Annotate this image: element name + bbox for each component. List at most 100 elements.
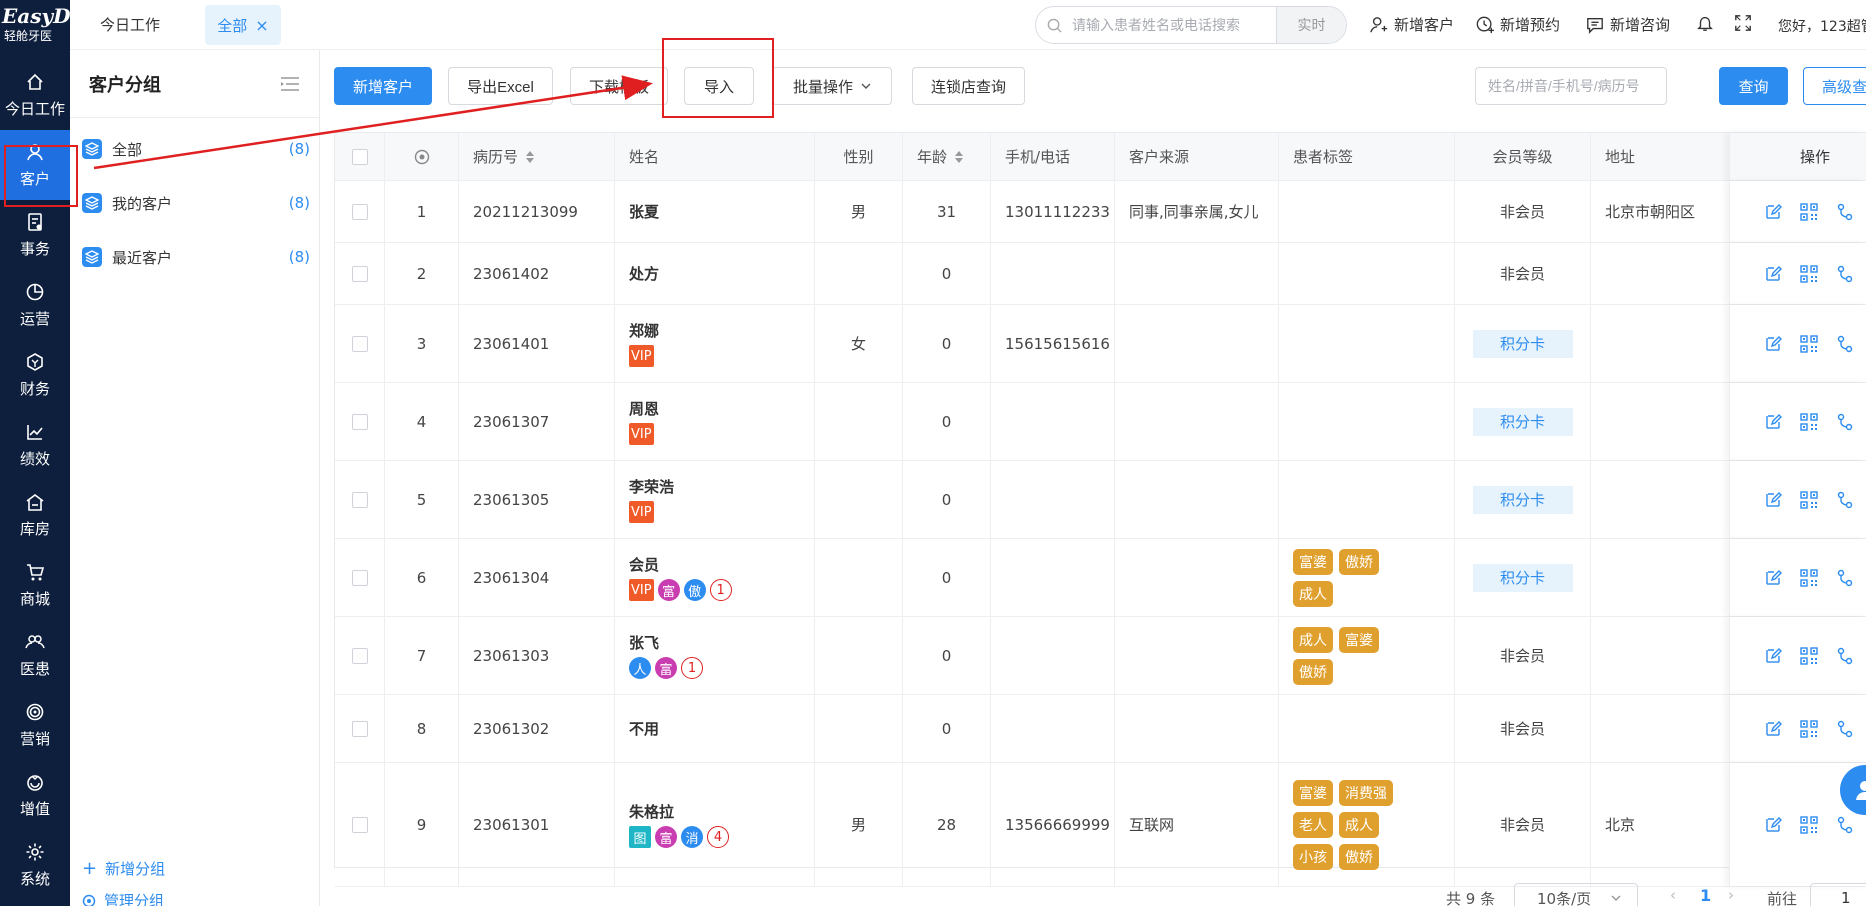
select-all-checkbox[interactable] (351, 148, 368, 165)
qrcode-icon[interactable] (1800, 646, 1818, 665)
qrcode-icon[interactable] (1800, 815, 1818, 834)
collapse-menu-icon[interactable] (281, 76, 299, 92)
batch-operation-dropdown[interactable]: 批量操作 (772, 67, 892, 105)
edit-icon[interactable] (1764, 647, 1782, 665)
qrcode-icon[interactable] (1800, 264, 1818, 283)
nav-item-warehouse[interactable]: 库房 (0, 480, 70, 550)
link-icon[interactable] (1836, 720, 1854, 738)
table-row[interactable]: 1 20211213099 张夏 男 31 13011112233 同事,同事亲属,女儿 非会… (335, 181, 1866, 243)
next-page-icon[interactable]: › (1728, 886, 1734, 904)
patient-name[interactable]: 周恩 (629, 398, 659, 419)
patient-name[interactable]: 张飞 (629, 632, 659, 653)
table-row[interactable]: 7 23061303 张飞人富 1 0 成人 富婆 傲娇 非会员 (335, 617, 1866, 695)
page-size-select[interactable]: 10条/页 (1514, 883, 1638, 906)
row-checkbox[interactable] (351, 203, 368, 220)
sort-icon[interactable] (526, 150, 535, 163)
link-icon[interactable] (1836, 265, 1854, 283)
tab-today-work[interactable]: 今日工作 (100, 14, 160, 35)
user-greeting[interactable]: 您好，123超管 (1778, 16, 1866, 36)
edit-icon[interactable] (1764, 816, 1782, 834)
nav-item-gift[interactable]: 增值 (0, 760, 70, 830)
row-checkbox[interactable] (351, 569, 368, 586)
link-icon[interactable] (1836, 335, 1854, 353)
fullscreen-icon[interactable] (1734, 14, 1752, 32)
tab-all[interactable]: 全部 × (205, 5, 281, 45)
patient-name[interactable]: 张夏 (629, 201, 659, 222)
patient-name[interactable]: 不用 (629, 718, 659, 739)
link-icon[interactable] (1836, 491, 1854, 509)
edit-icon[interactable] (1764, 720, 1782, 738)
nav-item-pie[interactable]: 运营 (0, 270, 70, 340)
chain-store-query-button[interactable]: 连锁店查询 (912, 67, 1025, 105)
qrcode-icon[interactable] (1800, 490, 1818, 509)
nav-item-cart[interactable]: 商城 (0, 550, 70, 620)
query-button[interactable]: 查询 (1719, 67, 1788, 105)
link-icon[interactable] (1836, 569, 1854, 587)
patient-name[interactable]: 李荣浩 (629, 476, 674, 497)
patient-search-input[interactable] (1072, 7, 1276, 43)
patient-name[interactable]: 郑娜 (629, 320, 659, 341)
current-page[interactable]: 1 (1700, 886, 1711, 905)
table-row[interactable]: 2 23061402 处方 0 非会员 (335, 243, 1866, 305)
qrcode-icon[interactable] (1800, 334, 1818, 353)
download-template-button[interactable]: 下载模板 (570, 67, 668, 105)
nav-item-people[interactable]: 医患 (0, 620, 70, 690)
link-icon[interactable] (1836, 816, 1854, 834)
edit-icon[interactable] (1764, 335, 1782, 353)
manage-group-link[interactable]: 管理分组 (82, 890, 164, 906)
edit-icon[interactable] (1764, 491, 1782, 509)
add-customer-action[interactable]: 新增客户 (1370, 14, 1454, 35)
qrcode-icon[interactable] (1800, 202, 1818, 221)
row-checkbox[interactable] (351, 647, 368, 664)
add-appointment-action[interactable]: 新增预约 (1476, 14, 1560, 35)
add-group-link[interactable]: + 新增分组 (82, 858, 165, 879)
row-checkbox[interactable] (351, 491, 368, 508)
nav-item-gear[interactable]: 系统 (0, 830, 70, 900)
row-checkbox[interactable] (351, 720, 368, 737)
export-excel-button[interactable]: 导出Excel (448, 67, 553, 105)
nav-item-user[interactable]: 客户 (0, 130, 70, 200)
advanced-query-button[interactable]: 高级查询 (1803, 67, 1866, 105)
nav-item-home[interactable]: 今日工作 (0, 60, 70, 130)
nav-item-target[interactable]: 营销 (0, 690, 70, 760)
link-icon[interactable] (1836, 647, 1854, 665)
tab-close-icon[interactable]: × (255, 16, 268, 35)
edit-icon[interactable] (1764, 569, 1782, 587)
group-item[interactable]: 全部 (8) (82, 134, 310, 164)
table-row[interactable]: 4 23061307 周恩 VIP 0 积分卡 (335, 383, 1866, 461)
import-button[interactable]: 导入 (684, 67, 754, 105)
row-checkbox[interactable] (351, 265, 368, 282)
qrcode-icon[interactable] (1800, 568, 1818, 587)
goto-page-input[interactable]: 1 (1810, 883, 1866, 906)
qrcode-icon[interactable] (1800, 412, 1818, 431)
table-row[interactable]: 6 23061304 会员 VIP 富傲 1 0 富婆 傲娇 成人 积分卡 (335, 539, 1866, 617)
patient-name[interactable]: 朱格拉 (629, 801, 674, 822)
prev-page-icon[interactable]: ‹ (1670, 886, 1676, 904)
search-mode-button[interactable]: 实时 (1276, 7, 1346, 43)
nav-item-finance[interactable]: 财务 (0, 340, 70, 410)
sort-icon[interactable] (955, 150, 964, 163)
table-row[interactable]: 3 23061401 郑娜 VIP 女 0 15615615616 积分卡 (335, 305, 1866, 383)
link-icon[interactable] (1836, 413, 1854, 431)
notification-bell-icon[interactable] (1696, 14, 1714, 32)
patient-name[interactable]: 处方 (629, 263, 659, 284)
edit-icon[interactable] (1764, 413, 1782, 431)
column-settings-icon[interactable] (414, 149, 430, 165)
row-checkbox[interactable] (351, 413, 368, 430)
edit-icon[interactable] (1764, 203, 1782, 221)
edit-icon[interactable] (1764, 265, 1782, 283)
link-icon[interactable] (1836, 203, 1854, 221)
row-checkbox[interactable] (351, 335, 368, 352)
header-record-no[interactable]: 病历号 (459, 133, 615, 180)
group-item[interactable]: 我的客户 (8) (82, 188, 310, 218)
table-row[interactable]: 5 23061305 李荣浩 VIP 0 积分卡 (335, 461, 1866, 539)
nav-item-trend[interactable]: 绩效 (0, 410, 70, 480)
header-age[interactable]: 年龄 (903, 133, 991, 180)
group-item[interactable]: 最近客户 (8) (82, 242, 310, 272)
table-row[interactable]: 8 23061302 不用 0 非会员 (335, 695, 1866, 763)
add-customer-button[interactable]: 新增客户 (334, 67, 432, 105)
qrcode-icon[interactable] (1800, 719, 1818, 738)
row-checkbox[interactable] (351, 816, 368, 833)
patient-name[interactable]: 会员 (629, 554, 659, 575)
add-consult-action[interactable]: 新增咨询 (1586, 14, 1670, 35)
